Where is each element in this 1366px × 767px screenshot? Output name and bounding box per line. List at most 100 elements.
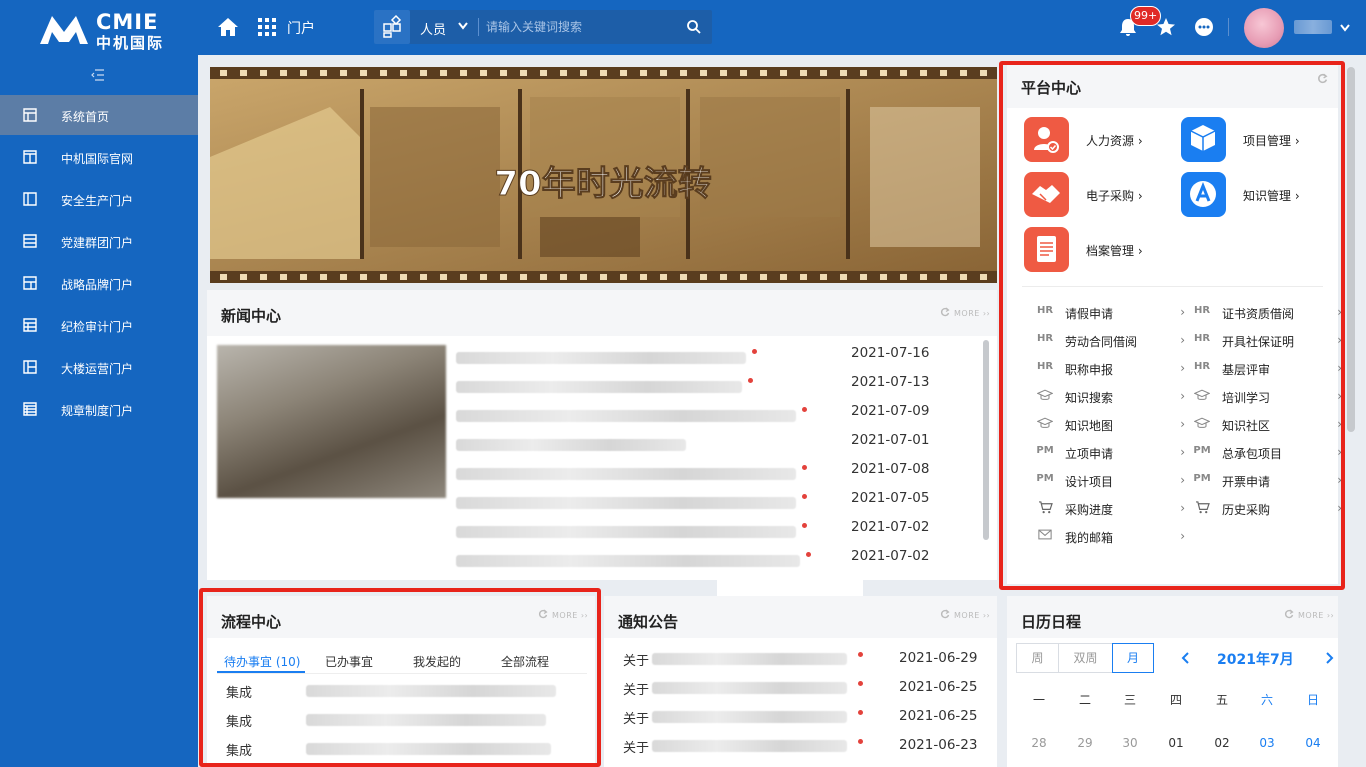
calendar-more-link[interactable]: MORE ›› — [1284, 609, 1334, 621]
platform-link[interactable]: 历史采购 › — [1192, 498, 1342, 520]
refresh-icon[interactable] — [940, 307, 950, 317]
flow-tab[interactable]: 我发起的 — [413, 653, 461, 670]
user-name-blurred[interactable] — [1294, 20, 1332, 34]
layout-icon — [23, 192, 37, 206]
calendar-day[interactable]: 29 — [1073, 736, 1097, 750]
view-biweek-button[interactable]: 双周 — [1058, 643, 1113, 673]
flow-item-source[interactable]: 集成 — [226, 711, 252, 730]
platform-link-label: 请假申请 — [1065, 307, 1114, 321]
news-title-blurred[interactable] — [456, 555, 800, 567]
platform-link[interactable]: HR 基层评审 › — [1192, 358, 1342, 380]
flow-tab[interactable]: 全部流程 — [501, 653, 549, 670]
refresh-icon[interactable] — [940, 609, 950, 619]
view-week-button[interactable]: 周 — [1016, 643, 1059, 673]
sidebar-item[interactable]: 中机国际官网 — [0, 137, 198, 177]
news-scrollbar[interactable] — [983, 340, 989, 540]
flow-item-title-blurred[interactable] — [306, 714, 546, 726]
refresh-icon[interactable] — [1317, 73, 1328, 84]
flow-tab[interactable]: 待办事宜 (10) — [224, 653, 300, 670]
cmie-logo[interactable]: CMIE 中机国际 — [38, 10, 173, 52]
flow-item-title-blurred[interactable] — [306, 685, 556, 697]
calendar-day[interactable]: 01 — [1164, 736, 1188, 750]
star-icon[interactable] — [1156, 17, 1176, 37]
chevron-down-icon[interactable] — [458, 22, 468, 30]
weekday-label: 五 — [1215, 693, 1228, 707]
flow-item-title-blurred[interactable] — [306, 743, 551, 755]
news-title-blurred[interactable] — [456, 526, 796, 538]
calendar-day[interactable]: 02 — [1210, 736, 1234, 750]
notice-title-blurred[interactable] — [652, 740, 847, 752]
notice-title-blurred[interactable] — [652, 682, 847, 694]
refresh-icon[interactable] — [538, 609, 548, 619]
platform-link[interactable]: HR 请假申请 › — [1035, 302, 1185, 324]
platform-link[interactable]: PM 设计项目 › — [1035, 470, 1185, 492]
notice-title-blurred[interactable] — [652, 653, 847, 665]
platform-link[interactable]: HR 职称申报 › — [1035, 358, 1185, 380]
portal-menu-label[interactable]: 门户 — [287, 18, 315, 38]
hr-app-tile[interactable]: 人力资源 › — [1024, 117, 1164, 163]
news-title-blurred[interactable] — [456, 410, 796, 422]
sidebar-item[interactable]: 系统首页 — [0, 95, 198, 135]
news-date: 2021-07-09 — [851, 403, 930, 419]
procurement-app-tile[interactable]: 电子采购 › — [1024, 172, 1164, 218]
home-icon[interactable] — [217, 16, 239, 38]
platform-link[interactable]: 采购进度 › — [1035, 498, 1185, 520]
platform-link[interactable]: 知识搜索 › — [1035, 386, 1185, 408]
search-input[interactable] — [486, 15, 676, 39]
flow-tab[interactable]: 已办事宜 — [325, 653, 373, 670]
calendar-day[interactable]: 30 — [1118, 736, 1142, 750]
platform-link-label: 证书资质借阅 — [1222, 307, 1295, 321]
archive-app-tile[interactable]: 档案管理 › — [1024, 227, 1164, 273]
grid-menu-icon[interactable] — [256, 16, 278, 38]
news-title-blurred[interactable] — [456, 352, 746, 364]
graduation-cap-icon — [1192, 417, 1212, 431]
banner-carousel[interactable]: 70年时光流转 — [210, 67, 997, 283]
platform-link[interactable]: HR 劳动合同借阅 › — [1035, 330, 1185, 352]
news-title-blurred[interactable] — [456, 468, 796, 480]
search-icon[interactable] — [686, 19, 702, 35]
sidebar-item[interactable]: 战略品牌门户 — [0, 263, 198, 303]
news-more-link[interactable]: MORE ›› — [940, 307, 990, 319]
sidebar-item[interactable]: 纪检审计门户 — [0, 305, 198, 345]
avatar[interactable] — [1244, 8, 1284, 48]
search-category-select[interactable]: 人员 — [420, 19, 446, 38]
sidebar-item[interactable]: 党建群团门户 — [0, 221, 198, 261]
next-month-icon[interactable] — [1322, 651, 1336, 665]
news-title-blurred[interactable] — [456, 381, 742, 393]
platform-link[interactable]: 我的邮箱 › — [1035, 526, 1185, 548]
platform-link[interactable]: PM 立项申请 › — [1035, 442, 1185, 464]
calendar-day[interactable]: 28 — [1027, 736, 1051, 750]
view-month-button[interactable]: 月 — [1112, 643, 1154, 673]
chevron-right-icon: › — [1337, 473, 1342, 487]
sidebar-item[interactable]: 安全生产门户 — [0, 179, 198, 219]
flow-item-source[interactable]: 集成 — [226, 682, 252, 701]
sidebar-item[interactable]: 规章制度门户 — [0, 389, 198, 429]
flow-item-source[interactable]: 集成 — [226, 740, 252, 759]
platform-link[interactable]: HR 证书资质借阅 › — [1192, 302, 1342, 324]
notice-title-blurred[interactable] — [652, 711, 847, 723]
knowledge-app-tile[interactable]: 知识管理 › — [1181, 172, 1321, 218]
platform-link[interactable]: 知识社区 › — [1192, 414, 1342, 436]
news-title-blurred[interactable] — [456, 439, 686, 451]
more-dots-icon[interactable] — [1194, 17, 1214, 37]
project-app-tile[interactable]: 项目管理 › — [1181, 117, 1321, 163]
platform-link[interactable]: PM 总承包项目 › — [1192, 442, 1342, 464]
calendar-day[interactable]: 04 — [1301, 736, 1325, 750]
calendar-day[interactable]: 03 — [1255, 736, 1279, 750]
news-thumbnail-image[interactable] — [217, 345, 446, 498]
flow-more-link[interactable]: MORE ›› — [538, 609, 588, 621]
platform-link[interactable]: 培训学习 › — [1192, 386, 1342, 408]
user-menu-chevron-icon[interactable] — [1340, 24, 1350, 32]
platform-link[interactable]: 知识地图 › — [1035, 414, 1185, 436]
prev-month-icon[interactable] — [1179, 651, 1193, 665]
calendar-title: 日历日程 — [1021, 613, 1082, 631]
search-type-icon[interactable] — [374, 10, 410, 44]
news-title-blurred[interactable] — [456, 497, 796, 509]
sidebar-item[interactable]: 大楼运营门户 — [0, 347, 198, 387]
platform-link[interactable]: HR 开具社保证明 › — [1192, 330, 1342, 352]
notice-more-link[interactable]: MORE ›› — [940, 609, 990, 621]
page-scrollbar[interactable] — [1347, 67, 1355, 432]
refresh-icon[interactable] — [1284, 609, 1294, 619]
collapse-menu-icon[interactable] — [91, 69, 105, 81]
platform-link[interactable]: PM 开票申请 › — [1192, 470, 1342, 492]
